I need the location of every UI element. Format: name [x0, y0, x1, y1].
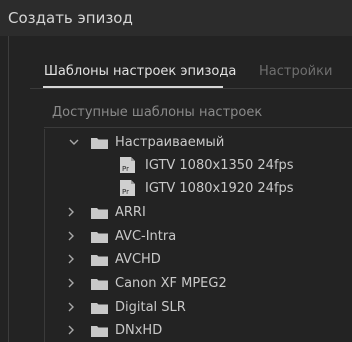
tab-divider — [30, 88, 352, 89]
tree-item-preset[interactable]: Pr IGTV 1080x1350 24fps — [45, 154, 352, 177]
tree-item-folder[interactable]: Canon XF MPEG2 — [45, 272, 352, 295]
tree-item-label: Digital SLR — [115, 300, 186, 315]
tree-item-label: AVC-Intra — [115, 229, 177, 244]
preset-file-icon: Pr — [120, 157, 135, 173]
chevron-right-icon[interactable] — [66, 207, 76, 217]
chevron-right-icon[interactable] — [66, 231, 76, 241]
tree-item-label: ARRI — [115, 205, 146, 220]
folder-icon — [91, 326, 108, 337]
preset-file-icon: Pr — [120, 180, 135, 196]
folder-icon — [91, 303, 108, 314]
tab-settings[interactable]: Настройки — [259, 64, 332, 79]
tab-sequence-presets[interactable]: Шаблоны настроек эпизода — [44, 64, 236, 79]
folder-icon — [91, 232, 108, 243]
chevron-right-icon[interactable] — [66, 325, 76, 335]
svg-text:Pr: Pr — [122, 188, 129, 196]
folder-icon — [91, 279, 108, 290]
tree-item-custom-folder[interactable]: Настраиваемый — [45, 131, 352, 154]
tree-item-folder[interactable]: AVC-Intra — [45, 225, 352, 248]
section-divider — [44, 127, 352, 128]
tree-item-label: Настраиваемый — [115, 135, 225, 150]
chevron-right-icon[interactable] — [66, 254, 76, 264]
svg-text:Pr: Pr — [122, 165, 129, 173]
available-presets-label: Доступные шаблоны настроек — [52, 105, 263, 120]
window-title: Создать эпизод — [8, 9, 133, 27]
new-sequence-dialog: Создать эпизод Шаблоны настроек эпизода … — [0, 0, 352, 342]
folder-icon — [91, 208, 108, 219]
tree-item-label: AVCHD — [115, 252, 161, 267]
tree-item-folder[interactable]: ARRI — [45, 201, 352, 224]
tree-item-label: Canon XF MPEG2 — [115, 276, 227, 291]
tree-item-folder[interactable]: AVCHD — [45, 248, 352, 271]
tree-item-folder[interactable]: DNxHD — [45, 319, 352, 342]
title-bar[interactable]: Создать эпизод — [0, 0, 352, 36]
tree-item-folder[interactable]: Digital SLR — [45, 296, 352, 319]
tree-item-label: IGTV 1080x1920 24fps — [145, 181, 294, 196]
chevron-down-icon[interactable] — [69, 137, 79, 147]
tree-item-label: DNxHD — [115, 323, 163, 338]
tree-item-preset[interactable]: Pr IGTV 1080x1920 24fps — [45, 177, 352, 200]
chevron-right-icon[interactable] — [66, 278, 76, 288]
chevron-right-icon[interactable] — [66, 302, 76, 312]
folder-icon — [91, 255, 108, 266]
tree-item-label: IGTV 1080x1350 24fps — [145, 158, 294, 173]
folder-icon — [91, 138, 108, 149]
